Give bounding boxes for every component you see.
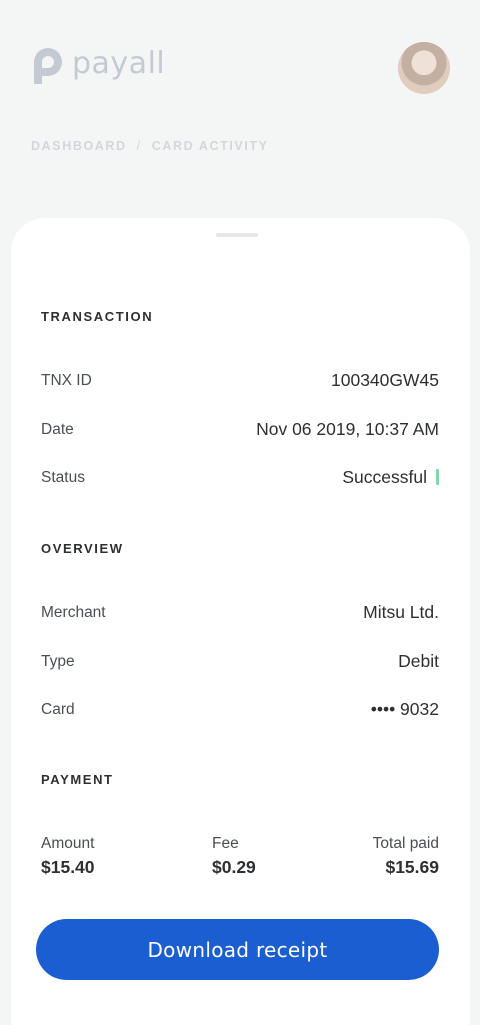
breadcrumb: DASHBOARD / CARD ACTIVITY [31,139,269,153]
total-value: $15.69 [385,857,439,877]
section-title-transaction: TRANSACTION [41,309,154,324]
breadcrumb-card-activity[interactable]: CARD ACTIVITY [152,139,269,153]
total-column: Total paid $15.69 [373,835,439,878]
merchant-value: Mitsu Ltd. [363,602,439,622]
breadcrumb-dashboard[interactable]: DASHBOARD [31,139,127,153]
status-indicator [436,469,439,485]
status-label: Status [41,469,85,486]
card-label: Card [41,701,75,718]
tnx-id-label: TNX ID [41,372,92,389]
total-label: Total paid [372,835,439,852]
logo-text: payall [72,45,166,81]
merchant-label: Merchant [41,604,106,621]
fee-column: Fee $0.29 [212,835,256,878]
avatar[interactable] [398,42,450,94]
status-value: Successful [342,467,427,487]
sheet-drag-handle[interactable] [216,233,258,237]
breadcrumb-separator: / [136,139,142,153]
download-receipt-button[interactable]: Download receipt [36,919,439,980]
date-label: Date [41,421,74,438]
section-title-payment: PAYMENT [41,772,114,787]
tnx-id-value: 100340GW45 [331,370,439,390]
amount-column: Amount $15.40 [41,835,95,878]
header: payall DASHBOARD / CARD ACTIVITY [0,0,480,200]
card-value: •••• 9032 [370,699,439,719]
fee-label: Fee [212,835,239,852]
amount-label: Amount [41,835,95,852]
date-value: Nov 06 2019, 10:37 AM [256,419,439,439]
section-title-overview: OVERVIEW [41,541,124,556]
type-value: Debit [398,651,439,671]
type-label: Type [41,653,75,670]
fee-value: $0.29 [212,857,256,877]
amount-value: $15.40 [41,857,95,877]
logo[interactable]: payall [30,44,165,88]
payall-logo-icon [34,48,62,84]
